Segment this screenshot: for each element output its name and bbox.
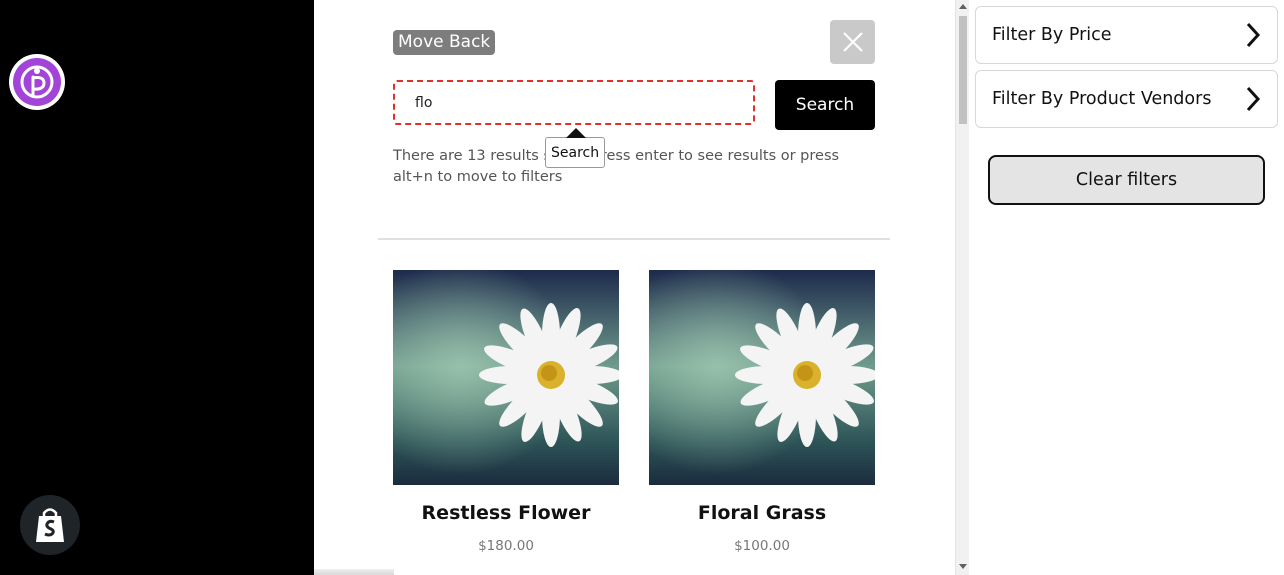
product-name[interactable]: Floral Grass <box>649 502 875 524</box>
product-card[interactable]: Floral Grass $100.00 <box>649 270 875 554</box>
product-price: $100.00 <box>734 538 790 554</box>
scrollbar[interactable] <box>955 0 969 575</box>
search-tooltip: Search <box>545 128 606 168</box>
chevron-right-icon <box>1246 22 1261 48</box>
search-panel: Move Back Search There are 13 results so… <box>314 0 955 575</box>
move-back-button[interactable]: Move Back <box>393 30 496 55</box>
search-input[interactable] <box>393 80 755 125</box>
scroll-up-icon[interactable] <box>959 4 967 9</box>
product-image[interactable] <box>649 270 875 485</box>
filter-label: Filter By Price <box>992 25 1112 45</box>
chevron-right-icon <box>1246 86 1261 112</box>
divider <box>378 238 890 240</box>
close-button[interactable] <box>830 20 875 64</box>
tooltip-label: Search <box>551 145 600 161</box>
shopify-bag-icon <box>36 508 64 542</box>
clear-filters-button[interactable]: Clear filters <box>988 155 1265 205</box>
close-icon <box>842 32 863 52</box>
left-panel <box>0 0 314 575</box>
product-price: $180.00 <box>478 538 534 554</box>
accessibility-brand-icon <box>13 58 61 106</box>
shopify-bag-button[interactable] <box>20 495 80 555</box>
scrollbar-thumb[interactable] <box>959 16 967 124</box>
filter-by-price[interactable]: Filter By Price <box>975 6 1278 64</box>
product-card[interactable]: Restless Flower $180.00 <box>393 270 619 554</box>
filter-panel: Filter By Price Filter By Product Vendor… <box>969 0 1284 575</box>
accessibility-brand-button[interactable] <box>9 54 65 110</box>
bottom-shadow <box>314 569 394 575</box>
search-button[interactable]: Search <box>775 80 875 130</box>
product-image[interactable] <box>393 270 619 485</box>
filter-by-product-vendors[interactable]: Filter By Product Vendors <box>975 70 1278 128</box>
tooltip-arrow <box>566 128 586 138</box>
scroll-down-icon[interactable] <box>959 564 967 569</box>
results-status-text: There are 13 results so far. Press enter… <box>393 148 840 185</box>
filter-label: Filter By Product Vendors <box>992 89 1212 109</box>
product-name[interactable]: Restless Flower <box>393 502 619 524</box>
